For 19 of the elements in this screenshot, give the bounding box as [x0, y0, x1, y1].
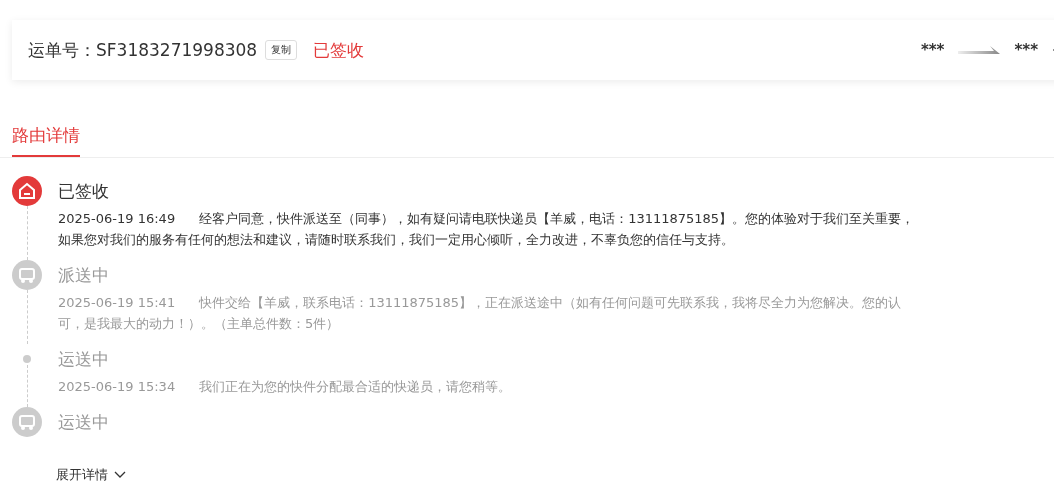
event-detail: 2025-06-19 16:49 经客户同意，快件派送至（同事），如有疑问请电联快递员【羊威，电话：13111875185】。您的体验对于我们至关重要，如果您对我们的服务有任何的想法和建议，请随时联系我们，我们一定用心倾听，全力改进，不辜负您的信任与支持。	[58, 210, 916, 249]
destination-text: ***	[1014, 41, 1038, 59]
event-title: 运送中	[58, 411, 109, 434]
origin-text: ***	[920, 41, 945, 59]
timeline-dot-icon	[23, 355, 31, 363]
waybill-label: 运单号：	[28, 38, 96, 62]
house-icon	[12, 176, 42, 206]
route-details-tab[interactable]: 路由详情	[12, 124, 80, 157]
chevron-down-icon	[114, 471, 126, 479]
event-title: 已签收	[58, 180, 110, 203]
event-title: 派送中	[58, 264, 110, 287]
copy-button[interactable]: 复制	[265, 40, 298, 60]
waybill-number: SF3183271998308	[96, 40, 258, 60]
waybill-status: 已签收	[313, 38, 365, 62]
arrow-icon	[958, 46, 1001, 54]
event-title: 运送中	[58, 348, 110, 371]
expand-details-button[interactable]: 展开详情	[56, 466, 126, 484]
event-detail: 2025-06-19 15:41 快件交给【羊威，联系电话：13111875185】，正在派送途中（如有任何问题可先联系我，我将尽全力为您解决。您的认可，是我最大的动力！）。（主单总件数：5件）	[58, 294, 903, 333]
event-detail: 2025-06-19 15:34 我们正在为您的快件分配最合适的快递员，请您稍等。	[58, 378, 513, 396]
